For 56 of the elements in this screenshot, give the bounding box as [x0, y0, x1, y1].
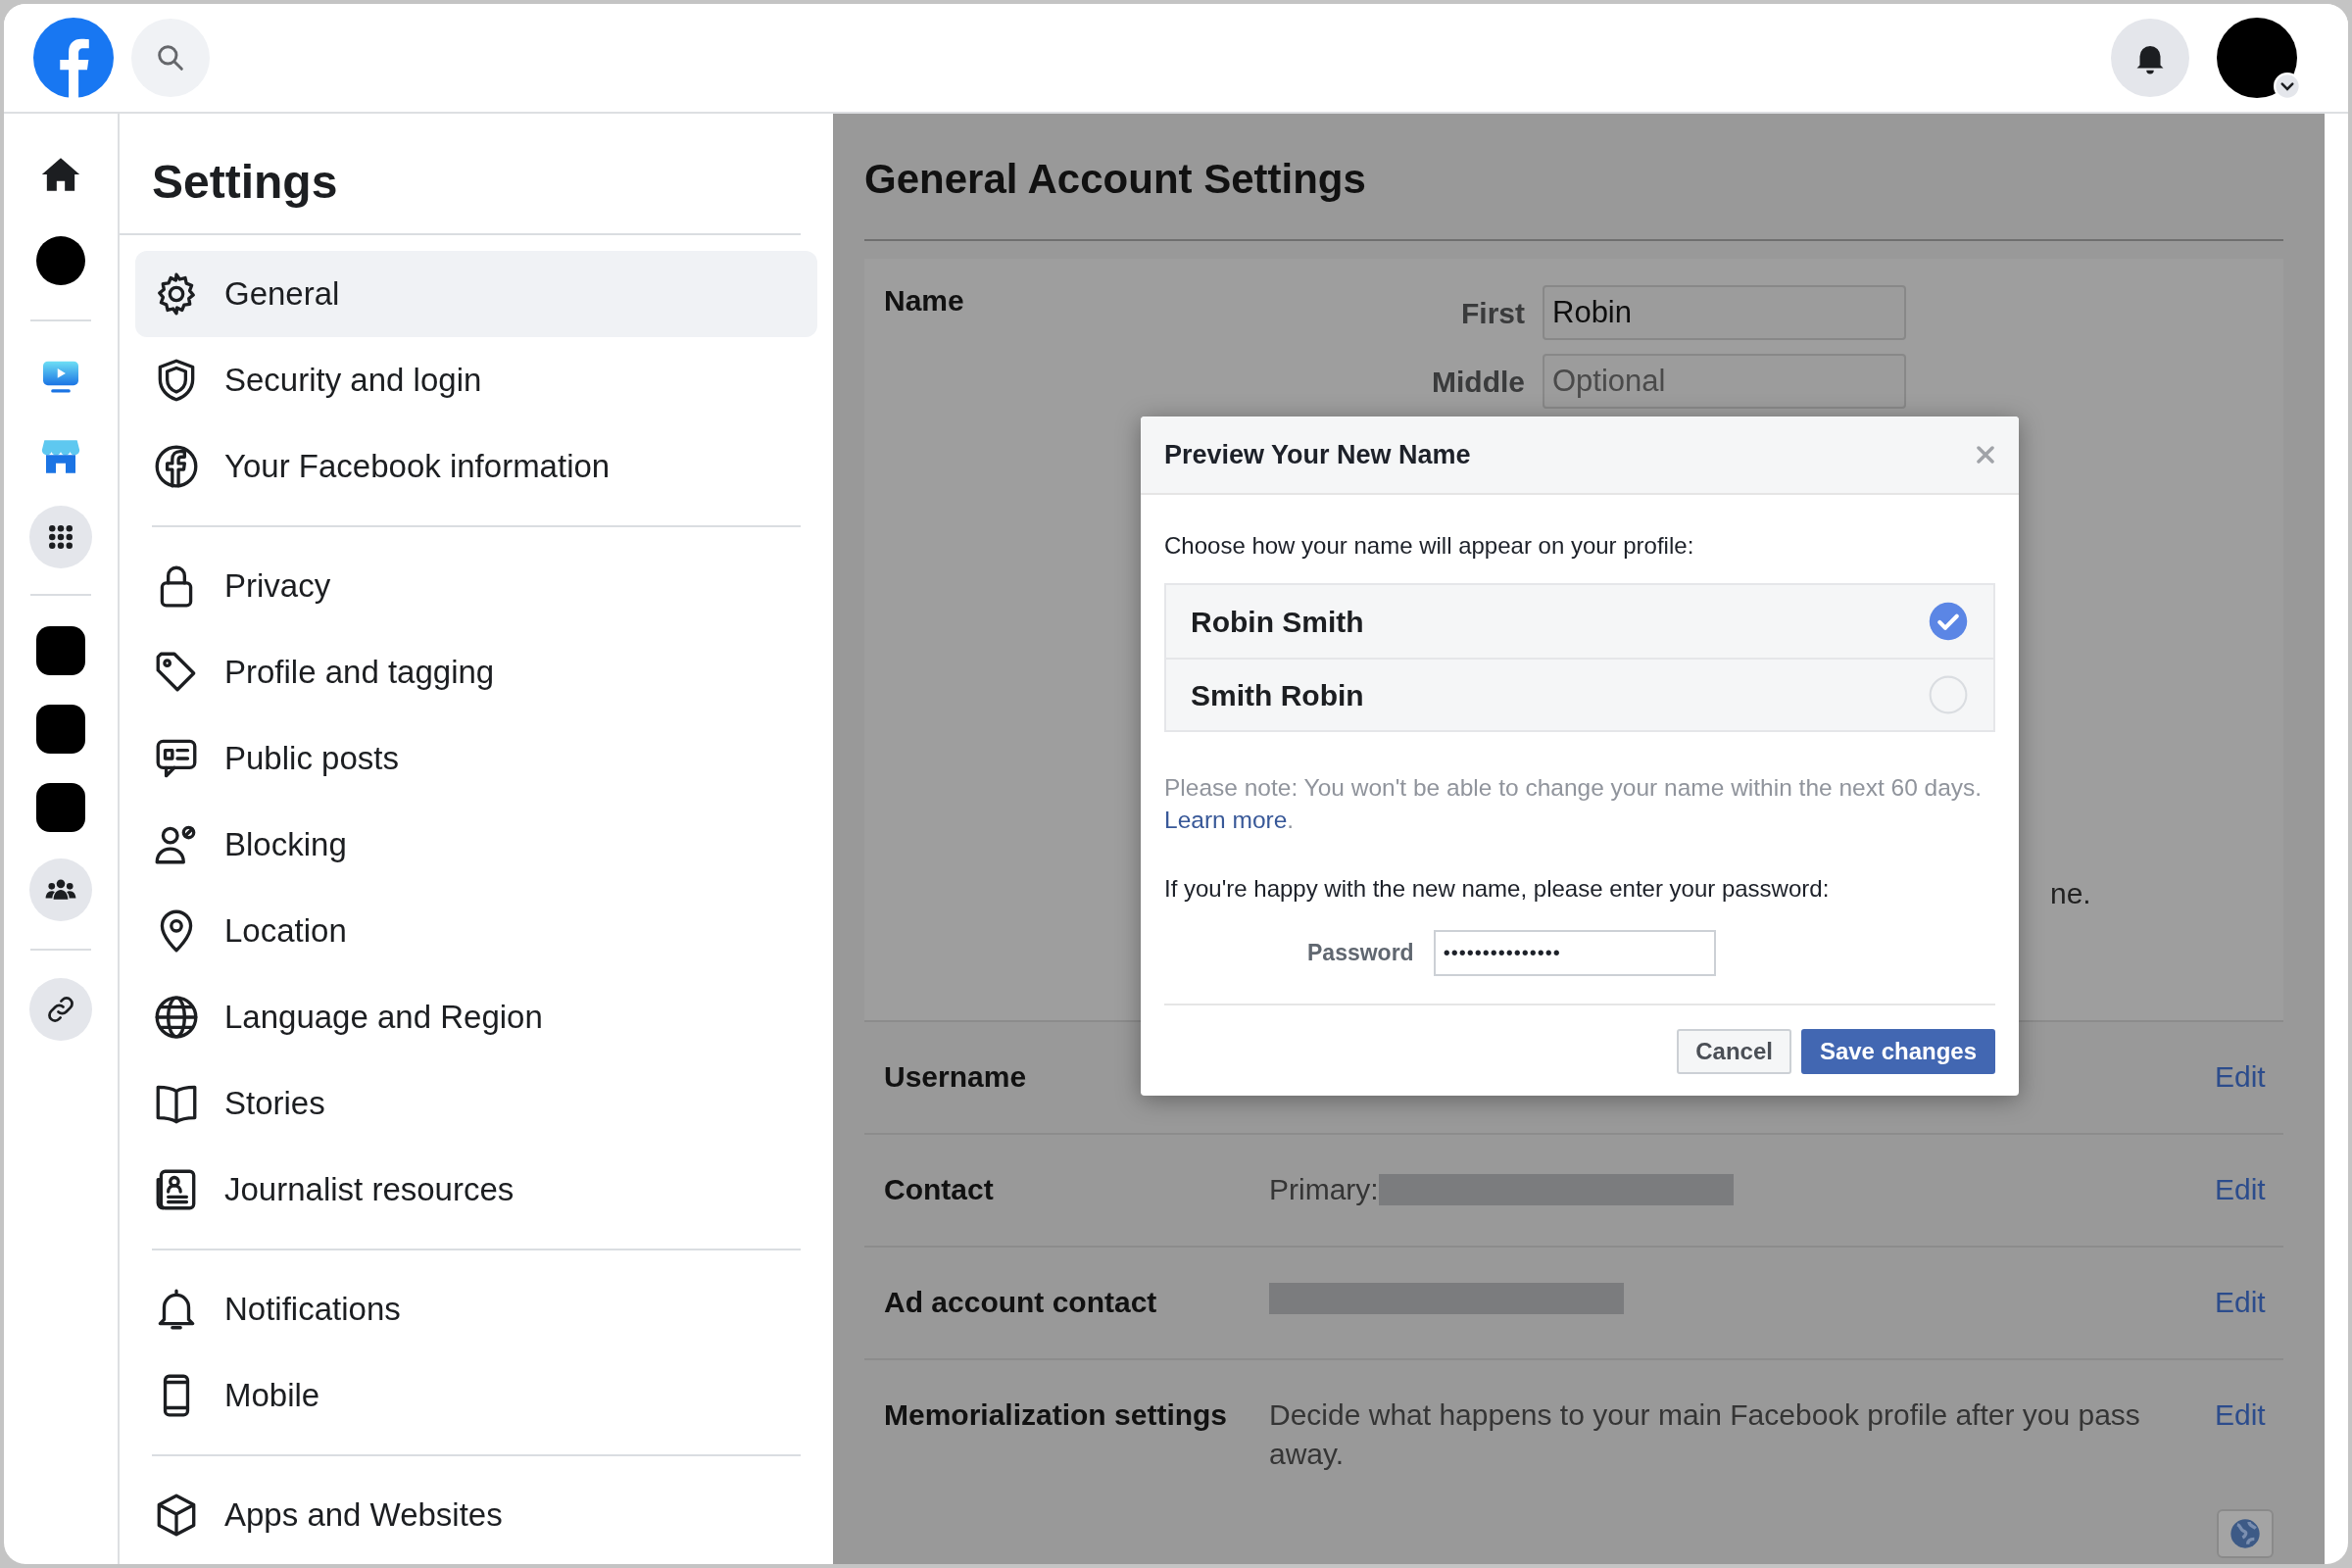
sidebar-item[interactable]: General — [135, 251, 817, 337]
sidebar-title: Settings — [120, 114, 801, 235]
language-button[interactable] — [2217, 1509, 2274, 1558]
search-icon — [155, 42, 186, 74]
section-label: Name — [884, 283, 965, 318]
logo-icon[interactable] — [33, 18, 114, 98]
sidebar-item[interactable]: Journalist resources — [135, 1147, 817, 1233]
text-field[interactable]: Optional — [1543, 354, 1906, 409]
row-value: Decide what happens to your main Facebook profile after you pass away. — [1269, 1397, 2141, 1472]
shortcut-tile[interactable] — [36, 626, 85, 675]
password-field[interactable]: ••••••••••••••• — [1433, 930, 1716, 976]
row-label: Memorialization settings — [884, 1397, 1229, 1433]
name-option[interactable]: Smith Robin — [1191, 672, 1364, 717]
chevron-icon — [2274, 73, 2301, 100]
sidebar-item[interactable]: Security and login — [135, 337, 817, 423]
avatar-shortcut[interactable] — [36, 236, 85, 285]
sidebar-item[interactable]: Stories — [135, 1060, 817, 1147]
sidebar-item[interactable]: Apps and Websites — [135, 1472, 817, 1558]
field-label: First — [1461, 295, 1525, 331]
row-value: Primary: — [1269, 1172, 1379, 1207]
sidebar-item[interactable]: Privacy — [135, 543, 817, 629]
store-icon[interactable] — [41, 438, 80, 475]
sidebar-item[interactable]: Your Facebook information — [135, 423, 817, 510]
grid-icon — [46, 522, 75, 552]
learn-more-link[interactable]: Learn more — [1164, 807, 1288, 833]
row-label: Ad account contact — [884, 1285, 1158, 1320]
video-icon[interactable] — [41, 360, 80, 395]
sidebar-item[interactable]: Location — [135, 888, 817, 974]
dialog-title: Preview Your New Name — [1164, 438, 1471, 471]
shortcut-tile[interactable] — [36, 783, 85, 832]
sidebar-item[interactable]: Mobile — [135, 1352, 817, 1439]
sidebar-item[interactable]: Profile and tagging — [135, 629, 817, 715]
checked-radio[interactable] — [1928, 601, 1969, 642]
link-icon — [46, 995, 75, 1024]
text-field[interactable]: Robin — [1543, 285, 1906, 340]
radio-button[interactable] — [1928, 674, 1969, 715]
password-prompt: If you're happy with the new name, please enter your password: — [1164, 874, 1831, 904]
note-text: Please note: You won't be able to change your name within the next 60 days. Learn more. — [1164, 773, 1984, 835]
globe-icon — [2230, 1518, 2261, 1549]
page-title: General Account Settings — [864, 114, 2283, 241]
cancel-button[interactable]: Cancel — [1677, 1029, 1791, 1074]
home-icon[interactable] — [41, 156, 80, 193]
dialog-prompt: Choose how your name will appear on your profile: — [1164, 531, 1695, 561]
text-fragment: ne. — [2050, 876, 2091, 911]
shortcut-tile[interactable] — [36, 705, 85, 754]
row-label: Contact — [884, 1172, 995, 1207]
row-label: Username — [884, 1059, 1028, 1095]
sidebar-item[interactable]: Blocking — [135, 802, 817, 888]
field-label: Middle — [1432, 364, 1525, 400]
save-button[interactable]: Save changes — [1800, 1029, 1995, 1074]
name-option[interactable]: Robin Smith — [1191, 599, 1364, 644]
sidebar-item[interactable]: Notifications — [135, 1266, 817, 1352]
people-icon — [45, 877, 76, 903]
sidebar-item[interactable]: Public posts — [135, 715, 817, 802]
sidebar-item[interactable]: Language and Region — [135, 974, 817, 1060]
password-label: Password — [1307, 939, 1414, 968]
